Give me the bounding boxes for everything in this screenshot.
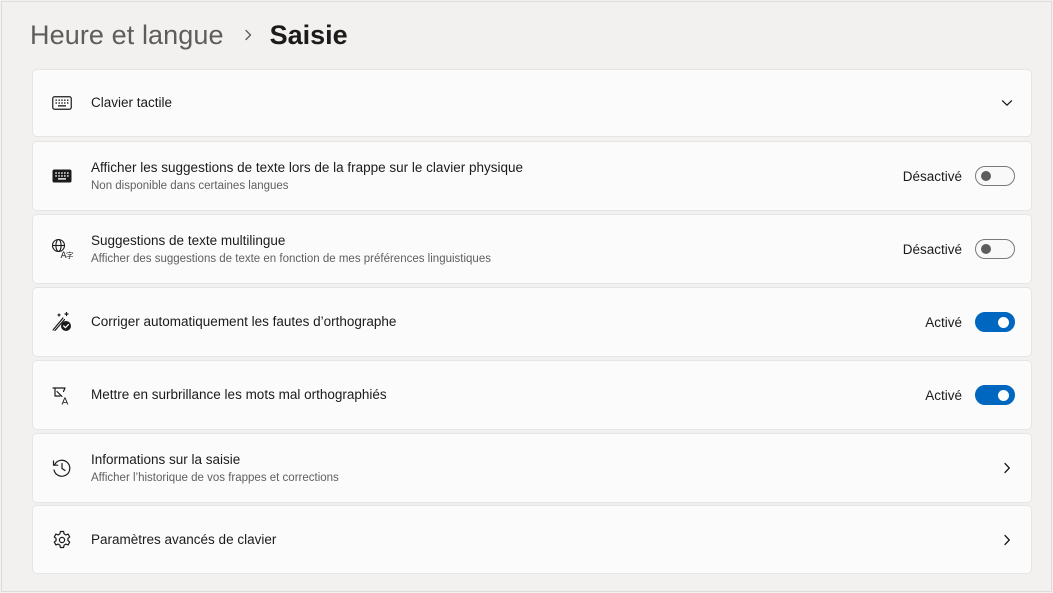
setting-title: Mettre en surbrillance les mots mal orth… — [91, 387, 387, 402]
gear-icon — [51, 529, 73, 551]
multilingual-suggestions-toggle[interactable] — [975, 239, 1015, 259]
setting-text: Informations sur la saisie Afficher l’hi… — [91, 451, 339, 486]
keyboard-outline-icon — [51, 92, 73, 114]
setting-physical-keyboard-suggestions: Afficher les suggestions de texte lors d… — [32, 141, 1032, 211]
toggle-knob — [981, 244, 991, 254]
setting-text: Mettre en surbrillance les mots mal orth… — [91, 386, 387, 404]
highlight-misspelled-toggle[interactable] — [975, 385, 1015, 405]
page-title: Saisie — [269, 19, 348, 50]
setting-text: Paramètres avancés de clavier — [91, 531, 276, 549]
keyboard-filled-icon — [51, 165, 73, 187]
chevron-right-icon — [999, 460, 1015, 476]
toggle-knob — [998, 316, 1009, 328]
svg-text:A: A — [62, 397, 69, 407]
autocorrect-icon — [51, 311, 73, 333]
svg-text:字: 字 — [66, 250, 73, 260]
setting-text: Afficher les suggestions de texte lors d… — [91, 159, 523, 194]
setting-title: Clavier tactile — [91, 95, 173, 110]
setting-title: Corriger automatiquement les fautes d’or… — [91, 314, 397, 329]
setting-title: Afficher les suggestions de texte lors d… — [91, 159, 523, 175]
setting-text: Corriger automatiquement les fautes d’or… — [91, 313, 396, 331]
chevron-down-icon[interactable] — [999, 95, 1015, 111]
highlight-spelling-icon: A — [51, 384, 73, 406]
setting-title: Paramètres avancés de clavier — [91, 531, 277, 547]
toggle-knob — [981, 171, 991, 181]
toggle-state-label: Activé — [925, 387, 962, 403]
setting-subtitle: Afficher l’historique de vos frappes et … — [91, 471, 339, 484]
toggle-state-label: Désactivé — [902, 241, 962, 257]
setting-text: Clavier tactile — [91, 94, 172, 112]
setting-subtitle: Non disponible dans certaines langues — [91, 179, 289, 192]
setting-multilingual-suggestions: A 字 Suggestions de texte multilingue Aff… — [32, 214, 1032, 284]
chevron-right-icon — [999, 532, 1015, 548]
history-icon — [51, 457, 73, 479]
autocorrect-toggle[interactable] — [975, 312, 1015, 332]
chevron-right-icon — [240, 27, 256, 43]
toggle-state-label: Désactivé — [902, 168, 962, 184]
setting-highlight-misspelled: A Mettre en surbrillance les mots mal or… — [32, 360, 1032, 430]
setting-typing-insights[interactable]: Informations sur la saisie Afficher l’hi… — [32, 433, 1032, 503]
breadcrumb-parent-link[interactable]: Heure et langue — [30, 20, 224, 51]
setting-text: Suggestions de texte multilingue Affiche… — [91, 232, 491, 267]
breadcrumb: Heure et langue Saisie — [30, 17, 348, 53]
physical-keyboard-suggestions-toggle[interactable] — [975, 166, 1015, 186]
setting-subtitle: Afficher des suggestions de texte en fon… — [91, 252, 491, 265]
settings-window: Heure et langue Saisie Clavier tactile A… — [1, 1, 1052, 592]
toggle-state-label: Activé — [925, 314, 962, 330]
setting-autocorrect: Corriger automatiquement les fautes d’or… — [32, 287, 1032, 357]
setting-advanced-keyboard[interactable]: Paramètres avancés de clavier — [32, 505, 1032, 574]
toggle-knob — [998, 389, 1009, 401]
language-icon: A 字 — [51, 238, 73, 260]
setting-title: Informations sur la saisie — [91, 451, 241, 467]
setting-touch-keyboard[interactable]: Clavier tactile — [32, 69, 1032, 137]
setting-title: Suggestions de texte multilingue — [91, 232, 286, 248]
